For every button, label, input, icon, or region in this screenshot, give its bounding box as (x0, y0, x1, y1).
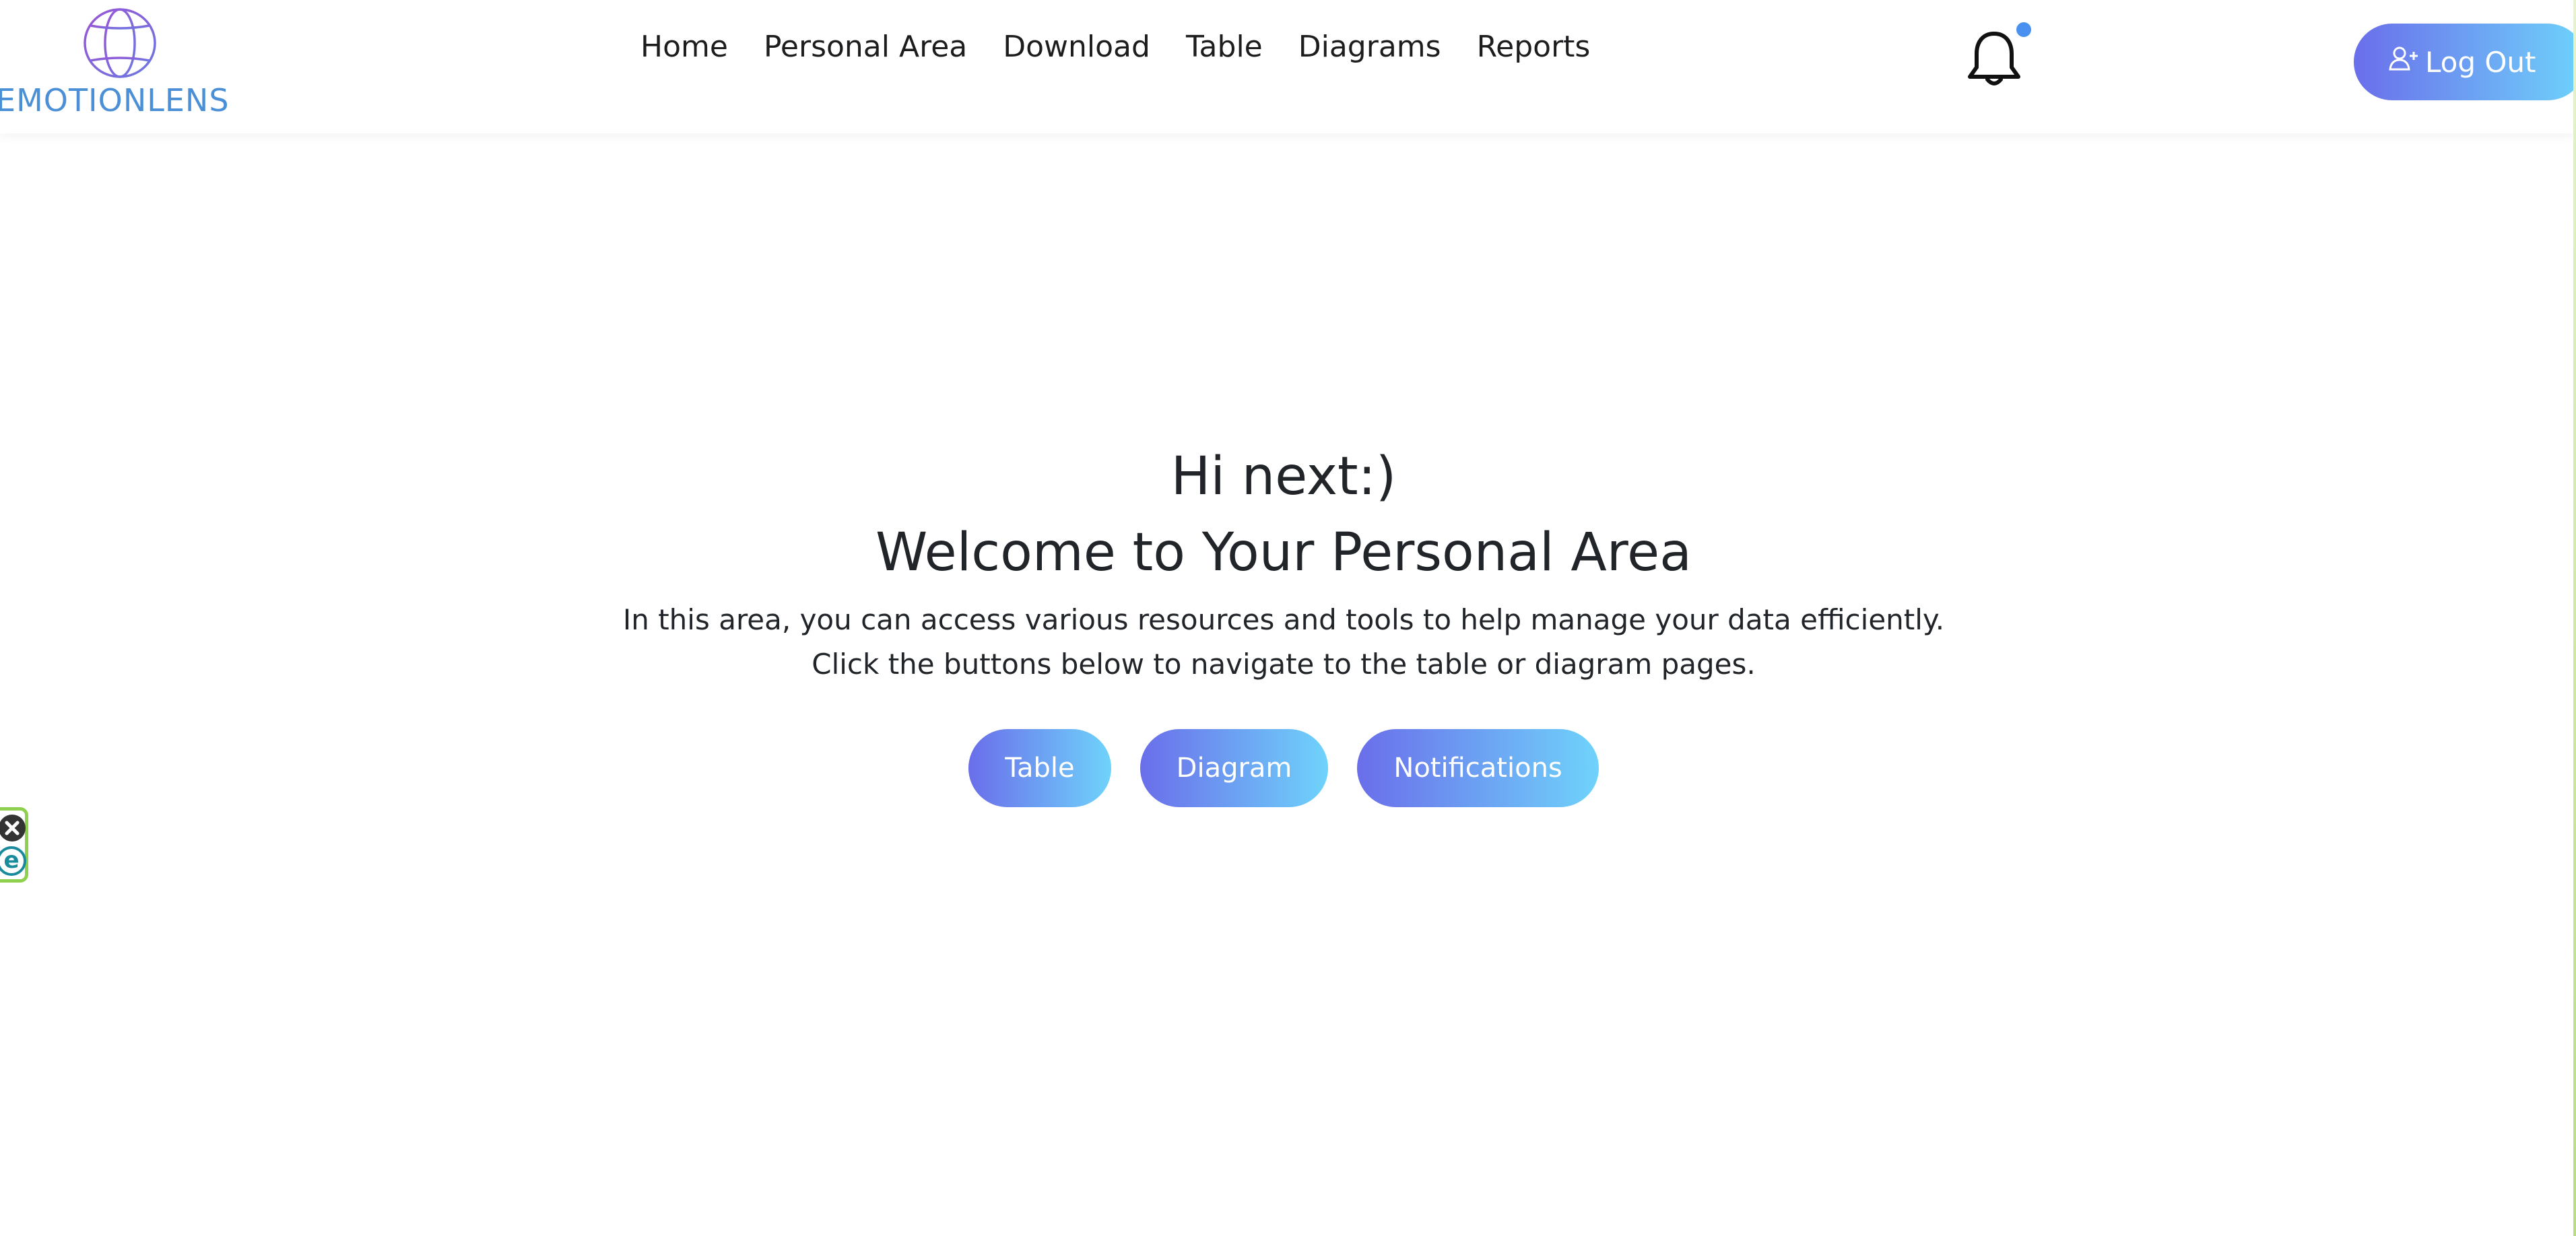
notifications-page-button[interactable]: Notifications (1357, 729, 1599, 807)
extension-e-icon[interactable]: e (0, 846, 26, 876)
page-description: In this area, you can access various res… (0, 598, 2567, 687)
main-nav: Home Personal Area Download Table Diagra… (640, 27, 1626, 67)
notification-dot (2016, 22, 2031, 37)
globe-icon (82, 7, 158, 79)
logout-label: Log Out (2425, 45, 2536, 79)
brand-name: EMOTIONLENS (0, 82, 230, 118)
floating-extension-widget: e (0, 807, 28, 883)
personal-area-main: Hi next:) Welcome to Your Personal Area … (0, 133, 2576, 1236)
close-circle-icon[interactable] (0, 815, 26, 842)
nav-table[interactable]: Table (1186, 27, 1263, 67)
greeting-heading: Hi next:) (1170, 446, 1397, 507)
window-right-edge (2573, 0, 2576, 1236)
nav-reports[interactable]: Reports (1477, 27, 1591, 67)
user-plus-icon (2389, 45, 2418, 79)
nav-download[interactable]: Download (1003, 27, 1150, 67)
page-title: Welcome to Your Personal Area (876, 522, 1692, 583)
nav-diagrams[interactable]: Diagrams (1298, 27, 1441, 67)
description-line-2: Click the buttons below to navigate to t… (812, 648, 1756, 681)
bell-icon (1968, 32, 2020, 85)
logout-button[interactable]: Log Out (2354, 24, 2576, 100)
top-navbar: EMOTIONLENS Home Personal Area Download … (0, 0, 2576, 133)
brand-logo-link[interactable]: EMOTIONLENS (0, 0, 256, 128)
action-buttons: Table Diagram Notifications (0, 729, 2567, 807)
diagram-button[interactable]: Diagram (1140, 729, 1329, 807)
nav-home[interactable]: Home (640, 27, 728, 67)
description-line-1: In this area, you can access various res… (622, 603, 1945, 636)
nav-personal-area[interactable]: Personal Area (764, 27, 967, 67)
notifications-button[interactable] (1956, 18, 2037, 92)
table-button[interactable]: Table (968, 729, 1111, 807)
